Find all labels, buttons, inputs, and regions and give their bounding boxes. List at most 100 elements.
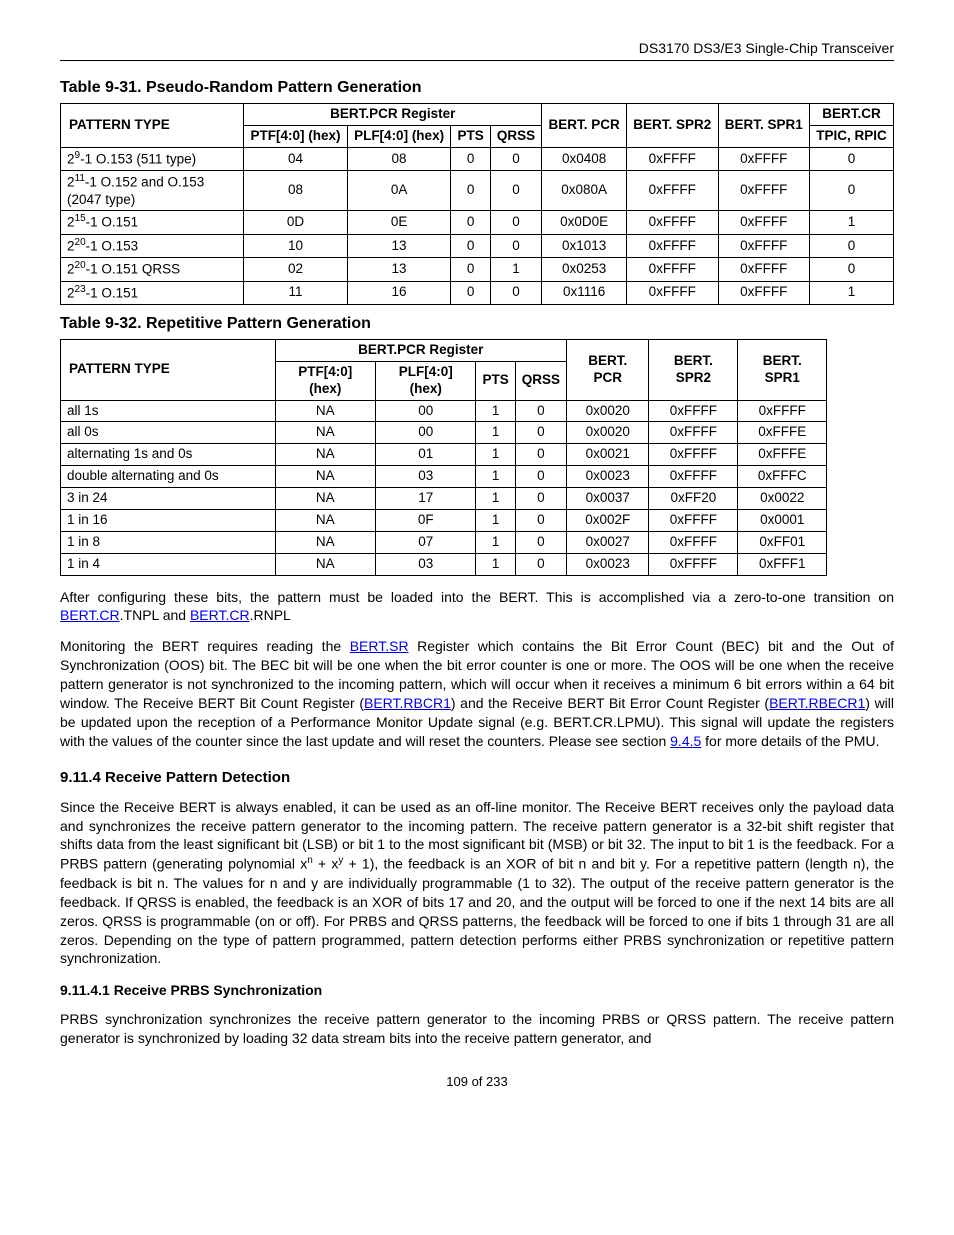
- cell-pcr: 0x0021: [567, 444, 649, 466]
- cell-spr2: 0xFFFF: [649, 553, 738, 575]
- cell-plf: 13: [347, 234, 451, 257]
- cell-pts: 1: [476, 400, 515, 422]
- cell-qrss: 0: [515, 509, 566, 531]
- link-bert-sr[interactable]: BERT.SR: [350, 638, 409, 654]
- cell-ptf: NA: [275, 444, 375, 466]
- text: .TNPL and: [120, 607, 190, 623]
- cell-qrss: 0: [515, 531, 566, 553]
- cell-ptf: NA: [275, 400, 375, 422]
- text: Monitoring the BERT requires reading the: [60, 638, 350, 654]
- cell-pts: 0: [451, 147, 490, 170]
- link-bert-rbcr1[interactable]: BERT.RBCR1: [364, 695, 451, 711]
- cell-pattern: 220-1 O.151 QRSS: [61, 258, 244, 281]
- table-row: 215-1 O.1510D0E000x0D0E0xFFFF0xFFFF1: [61, 211, 894, 234]
- cell-pattern: double alternating and 0s: [61, 466, 276, 488]
- cell-plf: 17: [376, 488, 476, 510]
- cell-ptf: NA: [275, 531, 375, 553]
- cell-qrss: 0: [490, 211, 542, 234]
- section-heading-9-11-4: 9.11.4 Receive Pattern Detection: [60, 769, 894, 786]
- cell-spr2: 0xFFFF: [627, 147, 719, 170]
- cell-spr1: 0xFFFF: [718, 211, 810, 234]
- col-bert-cr: BERT.CR: [810, 104, 894, 126]
- table-row: 220-1 O.1531013000x10130xFFFF0xFFFF0: [61, 234, 894, 257]
- cell-pattern: 223-1 O.151: [61, 281, 244, 304]
- cell-ptf: 11: [244, 281, 348, 304]
- cell-ptf: 04: [244, 147, 348, 170]
- cell-tpic: 0: [810, 147, 894, 170]
- cell-spr2: 0xFFFF: [627, 258, 719, 281]
- cell-pattern: 211-1 O.152 and O.153 (2047 type): [61, 171, 244, 211]
- link-bert-cr[interactable]: BERT.CR: [60, 607, 120, 623]
- cell-qrss: 0: [515, 553, 566, 575]
- cell-pcr: 0x002F: [567, 509, 649, 531]
- text: .RNPL: [250, 607, 291, 623]
- cell-qrss: 0: [490, 234, 542, 257]
- table-row: alternating 1s and 0sNA01100x00210xFFFF0…: [61, 444, 827, 466]
- col-plf: PLF[4:0] (hex): [376, 361, 476, 400]
- cell-spr2: 0xFFFF: [649, 400, 738, 422]
- cell-pcr: 0x0D0E: [542, 211, 627, 234]
- col-bert-pcr: BERT. PCR: [567, 339, 649, 400]
- cell-plf: 08: [347, 147, 451, 170]
- cell-qrss: 0: [490, 147, 542, 170]
- cell-ptf: 0D: [244, 211, 348, 234]
- page-header: DS3170 DS3/E3 Single-Chip Transceiver: [60, 40, 894, 61]
- col-group-bert-pcr: BERT.PCR Register: [275, 339, 566, 361]
- cell-spr2: 0xFFFF: [627, 281, 719, 304]
- table-9-31-title: Table 9-31. Pseudo-Random Pattern Genera…: [60, 79, 894, 97]
- cell-ptf: NA: [275, 553, 375, 575]
- cell-ptf: NA: [275, 422, 375, 444]
- cell-qrss: 0: [515, 466, 566, 488]
- cell-pattern: 1 in 4: [61, 553, 276, 575]
- table-row: 211-1 O.152 and O.153 (2047 type)080A000…: [61, 171, 894, 211]
- cell-tpic: 1: [810, 211, 894, 234]
- cell-qrss: 0: [515, 488, 566, 510]
- cell-pcr: 0x0020: [567, 422, 649, 444]
- cell-spr2: 0xFF20: [649, 488, 738, 510]
- cell-pts: 1: [476, 422, 515, 444]
- cell-plf: 01: [376, 444, 476, 466]
- cell-spr1: 0xFFFF: [718, 147, 810, 170]
- cell-ptf: NA: [275, 509, 375, 531]
- cell-plf: 13: [347, 258, 451, 281]
- cell-tpic: 0: [810, 171, 894, 211]
- cell-pcr: 0x1013: [542, 234, 627, 257]
- paragraph-prbs-sync: PRBS synchronization synchronizes the re…: [60, 1010, 894, 1048]
- link-bert-cr[interactable]: BERT.CR: [190, 607, 250, 623]
- cell-spr1: 0x0022: [738, 488, 827, 510]
- cell-pcr: 0x080A: [542, 171, 627, 211]
- text: + 1), the feedback is an XOR of bit n an…: [60, 856, 894, 966]
- table-row: all 1sNA00100x00200xFFFF0xFFFF: [61, 400, 827, 422]
- cell-plf: 16: [347, 281, 451, 304]
- cell-pts: 0: [451, 171, 490, 211]
- link-bert-rbecr1[interactable]: BERT.RBECR1: [769, 695, 865, 711]
- col-tpic: TPIC, RPIC: [810, 125, 894, 147]
- cell-pcr: 0x1116: [542, 281, 627, 304]
- table-row: 223-1 O.1511116000x11160xFFFF0xFFFF1: [61, 281, 894, 304]
- table-row: all 0sNA00100x00200xFFFF0xFFFE: [61, 422, 827, 444]
- cell-pts: 0: [451, 211, 490, 234]
- col-bert-spr1: BERT. SPR1: [718, 104, 810, 148]
- text: + x: [313, 856, 339, 872]
- paragraph-monitoring: Monitoring the BERT requires reading the…: [60, 637, 894, 750]
- cell-pts: 1: [476, 553, 515, 575]
- cell-spr2: 0xFFFF: [649, 466, 738, 488]
- text: for more details of the PMU.: [701, 733, 879, 749]
- paragraph-receive-pattern: Since the Receive BERT is always enabled…: [60, 798, 894, 969]
- paragraph-config: After configuring these bits, the patter…: [60, 588, 894, 626]
- cell-pcr: 0x0408: [542, 147, 627, 170]
- table-row: 1 in 16NA0F100x002F0xFFFF0x0001: [61, 509, 827, 531]
- cell-spr1: 0xFFFF: [718, 234, 810, 257]
- link-section-9-4-5[interactable]: 9.4.5: [670, 733, 701, 749]
- cell-plf: 00: [376, 422, 476, 444]
- cell-tpic: 1: [810, 281, 894, 304]
- cell-qrss: 1: [490, 258, 542, 281]
- table-row: 1 in 4NA03100x00230xFFFF0xFFF1: [61, 553, 827, 575]
- cell-qrss: 0: [515, 444, 566, 466]
- cell-spr1: 0xFFFF: [718, 281, 810, 304]
- col-pts: PTS: [451, 125, 490, 147]
- section-heading-9-11-4-1: 9.11.4.1 Receive PRBS Synchronization: [60, 982, 894, 998]
- cell-qrss: 0: [490, 171, 542, 211]
- cell-plf: 03: [376, 553, 476, 575]
- table-row: 220-1 O.151 QRSS0213010x02530xFFFF0xFFFF…: [61, 258, 894, 281]
